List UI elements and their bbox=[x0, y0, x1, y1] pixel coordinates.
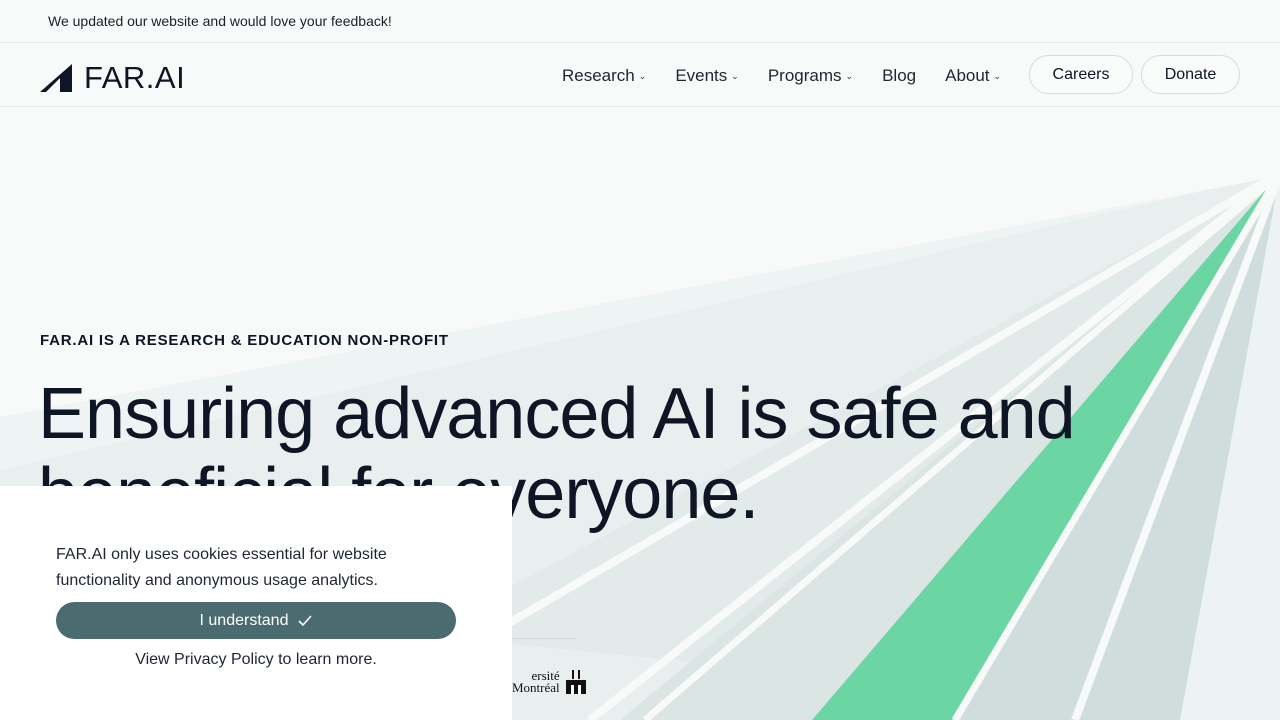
chevron-down-icon: ⌄ bbox=[845, 71, 854, 81]
nav-item-label: Programs bbox=[767, 65, 842, 85]
announcement-text[interactable]: We updated our website and would love yo… bbox=[48, 13, 392, 29]
nav-item-label: Blog bbox=[882, 65, 917, 85]
chevron-down-icon: ⌄ bbox=[993, 71, 1002, 81]
nav-item-research[interactable]: Research ⌄ bbox=[562, 66, 646, 86]
careers-button-label: Careers bbox=[1052, 65, 1110, 83]
partner-logo-line2: Montréal bbox=[512, 680, 560, 695]
logo-text: FAR.AI bbox=[84, 60, 186, 95]
nav-item-events[interactable]: Events ⌄ bbox=[675, 66, 739, 86]
university-crest-icon bbox=[565, 670, 586, 694]
policy-suffix-text: to learn more. bbox=[273, 651, 377, 668]
nav-menu: Research ⌄ Events ⌄ Programs ⌄ Blog Abou… bbox=[562, 44, 1030, 107]
careers-button[interactable]: Careers bbox=[1029, 55, 1133, 94]
chevron-down-icon: ⌄ bbox=[731, 71, 739, 81]
chevron-down-icon: ⌄ bbox=[638, 71, 647, 81]
nav-item-programs[interactable]: Programs ⌄ bbox=[768, 66, 853, 86]
checkmark-icon bbox=[298, 614, 313, 626]
nav-item-about[interactable]: About ⌄ bbox=[945, 66, 1001, 86]
cookie-message: FAR.AI only uses cookies essential for w… bbox=[56, 546, 387, 589]
far-ai-logo-icon bbox=[40, 64, 72, 92]
nav-item-label: Events bbox=[675, 65, 728, 85]
nav-item-label: Research bbox=[562, 65, 635, 85]
hero-eyebrow: FAR.AI IS A RESEARCH & EDUCATION NON-PRO… bbox=[40, 332, 449, 349]
accept-cookies-button[interactable]: I understand bbox=[56, 602, 456, 639]
announcement-bar[interactable]: We updated our website and would love yo… bbox=[0, 0, 1280, 43]
donate-button[interactable]: Donate bbox=[1141, 55, 1240, 94]
main-navigation: FAR.AI Research ⌄ Events ⌄ Programs ⌄ Bl… bbox=[0, 44, 1280, 107]
privacy-policy-link[interactable]: View Privacy Policy bbox=[135, 651, 273, 668]
logo[interactable]: FAR.AI bbox=[40, 60, 185, 96]
partner-logo: ersité Montréal bbox=[512, 669, 588, 695]
accept-cookies-label: I understand bbox=[199, 611, 289, 629]
nav-item-label: About bbox=[945, 65, 990, 85]
donate-button-label: Donate bbox=[1164, 65, 1217, 83]
partner-logo-text: ersité Montréal bbox=[512, 669, 560, 695]
cookie-policy-line: View Privacy Policy to learn more. bbox=[56, 651, 456, 669]
nav-item-blog[interactable]: Blog bbox=[882, 66, 916, 86]
